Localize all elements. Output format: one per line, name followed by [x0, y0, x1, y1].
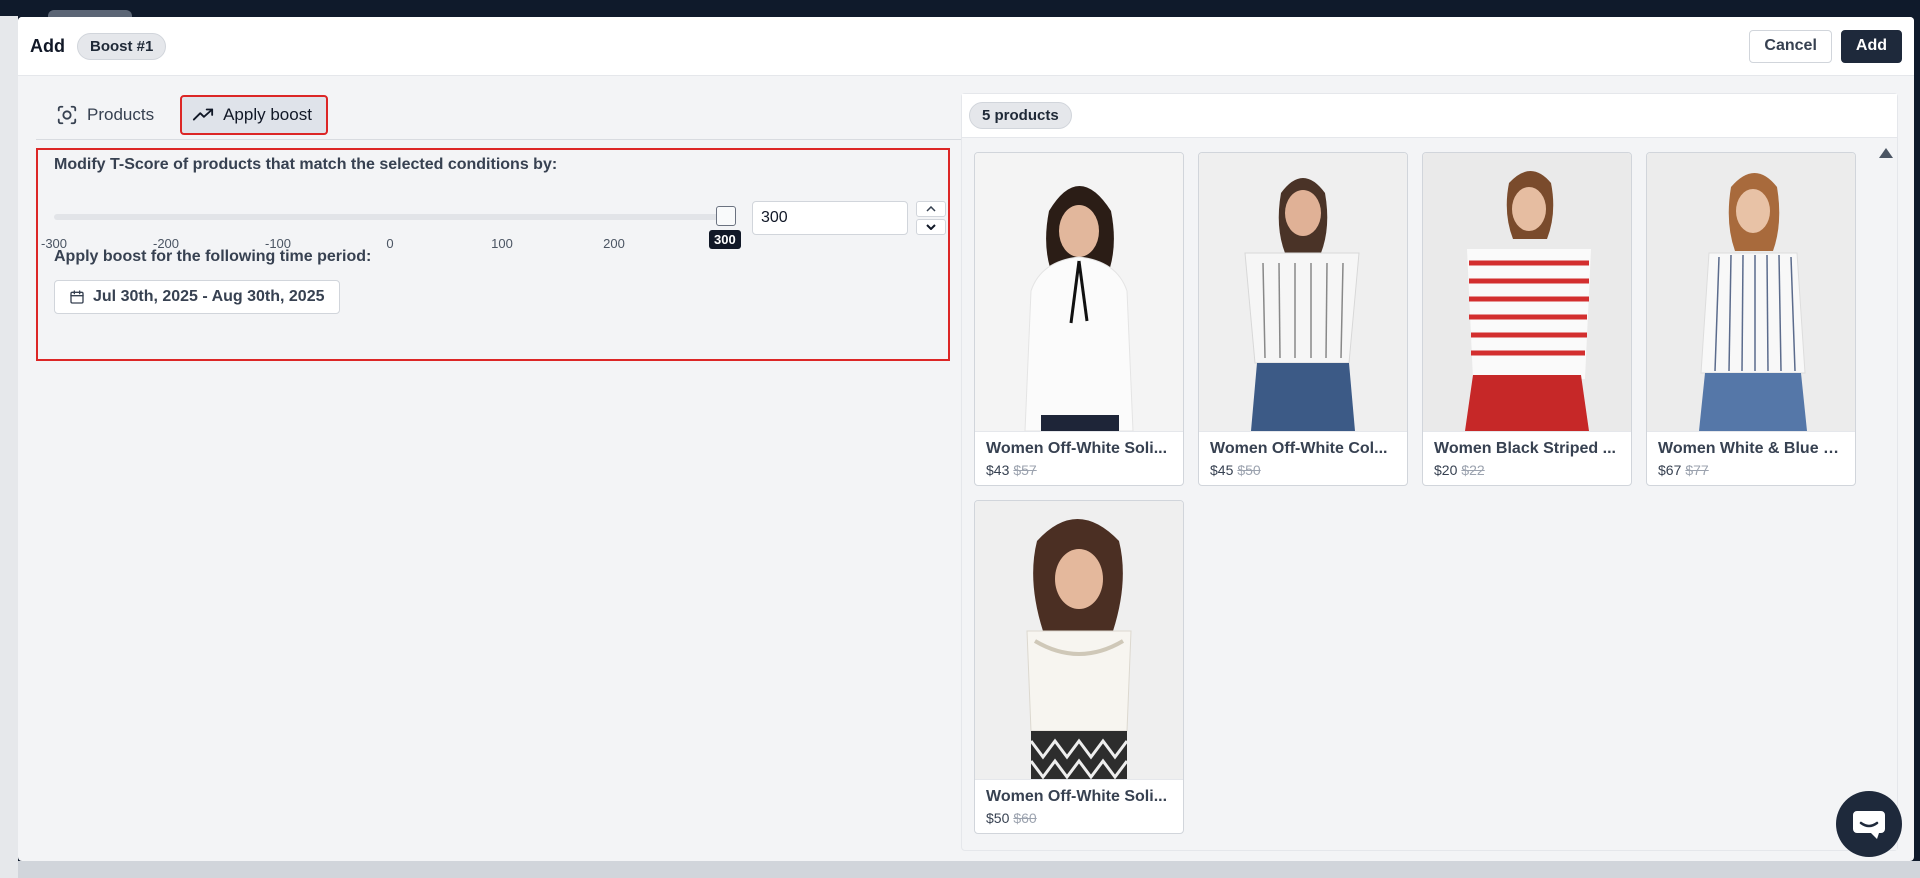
original-price: $77	[1685, 462, 1709, 478]
product-title: Women Off-White Soli...	[986, 788, 1168, 805]
original-price: $57	[1013, 462, 1037, 478]
modal-header: Add Boost #1 Cancel Add	[18, 17, 1914, 76]
slider-tick: -200	[152, 236, 180, 251]
tab-products-label: Products	[87, 105, 155, 124]
chevron-up-icon	[926, 206, 936, 212]
product-photo	[1199, 153, 1407, 431]
tab-bar: Products Apply boost	[36, 91, 964, 140]
left-pane: Products Apply boost Modify T-Score of p…	[36, 91, 964, 861]
product-price: $43 $57	[986, 462, 1172, 478]
bottom-strip	[18, 861, 1920, 878]
product-photo	[1423, 153, 1631, 431]
product-card[interactable]: Women White & Blue S... $67 $77	[1646, 152, 1856, 486]
calendar-icon	[70, 290, 84, 304]
current-price: $20	[1434, 462, 1458, 478]
stepper-down-button[interactable]	[916, 219, 946, 235]
slider-tick: -300	[40, 236, 68, 251]
boost-badge: Boost #1	[77, 32, 167, 60]
original-price: $22	[1461, 462, 1485, 478]
product-title: Women Off-White Soli...	[986, 440, 1168, 457]
original-price: $50	[1237, 462, 1261, 478]
add-boost-modal: Add Boost #1 Cancel Add Products Apply b…	[18, 17, 1914, 861]
product-title: Women White & Blue S...	[1658, 440, 1844, 457]
slider-tick: 100	[491, 236, 513, 251]
header-actions: Cancel Add	[1749, 29, 1902, 63]
chevron-down-icon	[926, 224, 936, 230]
date-range-text: Jul 30th, 2025 - Aug 30th, 2025	[93, 288, 325, 305]
tab-apply-boost[interactable]: Apply boost	[180, 95, 328, 135]
slider-tick: 200	[603, 236, 625, 251]
tab-apply-boost-label: Apply boost	[223, 105, 312, 124]
tscore-value-input[interactable]	[752, 201, 908, 235]
boost-settings-panel: Modify T-Score of products that match th…	[36, 148, 950, 361]
product-photo	[975, 153, 1183, 431]
product-card-body: Women Off-White Soli... $50 $60	[975, 779, 1183, 833]
product-card[interactable]: Women Off-White Soli... $50 $60	[974, 500, 1184, 834]
product-image	[1199, 153, 1407, 431]
product-card-body: Women Off-White Soli... $43 $57	[975, 431, 1183, 485]
product-card[interactable]: Women Off-White Col... $45 $50	[1198, 152, 1408, 486]
original-price: $60	[1013, 810, 1037, 826]
products-preview-header: 5 products	[962, 94, 1897, 138]
chat-icon	[1853, 811, 1885, 839]
scrollbar[interactable]	[1875, 138, 1897, 850]
product-title: Women Off-White Col...	[1210, 440, 1388, 457]
scan-icon	[57, 105, 77, 125]
tscore-slider-row: 300 -300 -200 -100 0 100 200	[41, 174, 946, 251]
product-price: $50 $60	[986, 810, 1172, 826]
product-count-badge: 5 products	[969, 102, 1072, 129]
product-image	[975, 153, 1183, 431]
product-card-body: Women Off-White Col... $45 $50	[1199, 431, 1407, 485]
slider-tooltip: 300	[709, 230, 741, 249]
current-price: $45	[1210, 462, 1234, 478]
tab-products[interactable]: Products	[46, 95, 168, 135]
product-image	[975, 501, 1183, 779]
product-card-body: Women Black Striped ... $20 $22	[1423, 431, 1631, 485]
product-photo	[975, 501, 1183, 779]
product-title: Women Black Striped ...	[1434, 440, 1616, 457]
product-price: $67 $77	[1658, 462, 1844, 478]
slider-thumb[interactable]	[716, 206, 736, 226]
chat-launcher-button[interactable]	[1836, 791, 1902, 857]
modal-title: Add	[30, 35, 65, 56]
cancel-button[interactable]: Cancel	[1749, 29, 1832, 63]
scroll-up-icon[interactable]	[1879, 148, 1893, 158]
product-card[interactable]: Women Black Striped ... $20 $22	[1422, 152, 1632, 486]
product-image	[1647, 153, 1855, 431]
product-price: $45 $50	[1210, 462, 1396, 478]
trending-up-icon	[193, 108, 214, 121]
current-price: $43	[986, 462, 1010, 478]
value-stepper	[916, 201, 946, 235]
add-button[interactable]: Add	[1840, 29, 1902, 63]
product-image	[1423, 153, 1631, 431]
slider-tick: 0	[386, 236, 394, 251]
product-card[interactable]: Women Off-White Soli... $43 $57	[974, 152, 1184, 486]
product-grid: Women Off-White Soli... $43 $57 Women Of…	[974, 152, 1856, 834]
backdrop-strip	[0, 16, 18, 878]
current-price: $67	[1658, 462, 1682, 478]
product-price: $20 $22	[1434, 462, 1620, 478]
products-preview-pane: 5 products Women Off-White Soli... $43 $…	[961, 93, 1898, 851]
product-card-body: Women White & Blue S... $67 $77	[1647, 431, 1855, 485]
modify-tscore-label: Modify T-Score of products that match th…	[54, 156, 558, 173]
slider-track[interactable]	[54, 214, 726, 220]
date-range-picker[interactable]: Jul 30th, 2025 - Aug 30th, 2025	[54, 280, 340, 314]
slider-tick: -100	[264, 236, 292, 251]
stepper-up-button[interactable]	[916, 201, 946, 217]
current-price: $50	[986, 810, 1010, 826]
product-photo	[1647, 153, 1855, 431]
